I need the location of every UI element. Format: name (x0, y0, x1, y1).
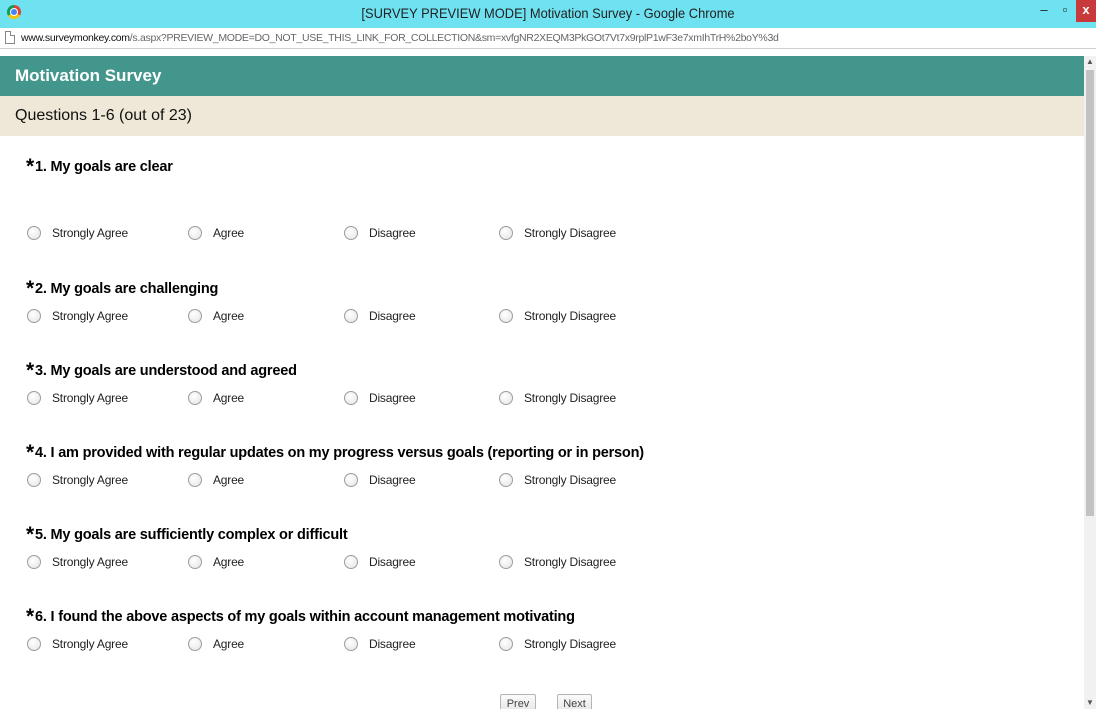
survey-title: Motivation Survey (15, 66, 162, 85)
radio-button[interactable] (188, 309, 202, 323)
option-label: Agree (213, 309, 245, 323)
option-label: Agree (213, 473, 245, 487)
question-number: 2. (34, 281, 47, 297)
required-marker: * (26, 605, 34, 628)
question-number: 5. (34, 527, 47, 543)
option-label: Agree (213, 555, 245, 569)
option-label: Disagree (369, 473, 416, 487)
radio-button[interactable] (344, 309, 358, 323)
prev-button[interactable]: Prev (500, 694, 536, 709)
url-domain: www.surveymonkey.com (21, 32, 130, 44)
option-label: Strongly Agree (52, 309, 128, 323)
window-title: [SURVEY PREVIEW MODE] Motivation Survey … (361, 5, 735, 21)
option-label: Agree (213, 226, 245, 240)
radio-button[interactable] (27, 226, 41, 240)
window-titlebar: [SURVEY PREVIEW MODE] Motivation Survey … (0, 0, 1096, 28)
question-text: *5. My goals are sufficiently complex or… (26, 523, 348, 546)
chrome-logo-icon (7, 5, 21, 19)
radio-button[interactable] (188, 226, 202, 240)
question-number: 1. (34, 159, 47, 175)
question-text: *1. My goals are clear (26, 155, 173, 178)
required-marker: * (26, 277, 34, 300)
radio-button[interactable] (344, 637, 358, 651)
radio-button[interactable] (27, 309, 41, 323)
question-number: 3. (34, 363, 47, 379)
question-label: My goals are clear (50, 159, 173, 175)
question-label: My goals are understood and agreed (50, 363, 297, 379)
radio-button[interactable] (188, 473, 202, 487)
required-marker: * (26, 359, 34, 382)
radio-button[interactable] (344, 555, 358, 569)
radio-button[interactable] (499, 637, 513, 651)
radio-button[interactable] (499, 473, 513, 487)
page-content: Motivation Survey Questions 1-6 (out of … (0, 56, 1084, 709)
address-bar[interactable]: www.surveymonkey.com/s.aspx?PREVIEW_MODE… (0, 28, 1096, 49)
option-label: Disagree (369, 391, 416, 405)
question-text: *3. My goals are understood and agreed (26, 359, 297, 382)
scroll-down-arrow-icon[interactable]: ▼ (1084, 697, 1096, 709)
scroll-up-arrow-icon[interactable]: ▲ (1084, 56, 1096, 68)
page-banner: Questions 1-6 (out of 23) (0, 96, 1084, 136)
minimize-button[interactable]: – (1034, 0, 1054, 22)
radio-button[interactable] (344, 473, 358, 487)
page-progress: Questions 1-6 (out of 23) (15, 107, 192, 124)
option-label: Strongly Disagree (524, 637, 616, 651)
radio-button[interactable] (499, 391, 513, 405)
radio-button[interactable] (27, 555, 41, 569)
radio-button[interactable] (499, 309, 513, 323)
option-label: Strongly Disagree (524, 391, 616, 405)
next-button[interactable]: Next (557, 694, 592, 709)
radio-button[interactable] (188, 637, 202, 651)
option-label: Strongly Disagree (524, 473, 616, 487)
question-text: *4. I am provided with regular updates o… (26, 441, 645, 464)
option-label: Agree (213, 391, 245, 405)
question-number: 4. (34, 445, 47, 461)
page-icon (5, 31, 15, 44)
radio-button[interactable] (27, 473, 41, 487)
close-button[interactable]: x (1076, 0, 1096, 22)
radio-button[interactable] (27, 391, 41, 405)
option-label: Strongly Agree (52, 637, 128, 651)
radio-button[interactable] (188, 391, 202, 405)
radio-button[interactable] (344, 391, 358, 405)
option-label: Disagree (369, 309, 416, 323)
question-text: *6. I found the above aspects of my goal… (26, 605, 575, 628)
question-label: My goals are challenging (50, 281, 219, 297)
question-label: I am provided with regular updates on my… (50, 445, 645, 461)
question-text: *2. My goals are challenging (26, 277, 219, 300)
question-number: 6. (34, 609, 47, 625)
required-marker: * (26, 155, 34, 178)
scroll-thumb[interactable] (1086, 70, 1094, 516)
radio-button[interactable] (188, 555, 202, 569)
vertical-scrollbar[interactable]: ▲ ▼ (1084, 56, 1096, 709)
option-label: Strongly Agree (52, 391, 128, 405)
url-path: /s.aspx?PREVIEW_MODE=DO_NOT_USE_THIS_LIN… (129, 32, 779, 44)
option-label: Strongly Disagree (524, 309, 616, 323)
url-text[interactable]: www.surveymonkey.com/s.aspx?PREVIEW_MODE… (21, 32, 779, 44)
option-label: Strongly Agree (52, 555, 128, 569)
radio-button[interactable] (499, 555, 513, 569)
required-marker: * (26, 441, 34, 464)
required-marker: * (26, 523, 34, 546)
option-label: Strongly Agree (52, 226, 128, 240)
option-label: Agree (213, 637, 245, 651)
option-label: Strongly Agree (52, 473, 128, 487)
question-label: My goals are sufficiently complex or dif… (50, 527, 348, 543)
survey-header: Motivation Survey (0, 56, 1084, 96)
radio-button[interactable] (499, 226, 513, 240)
radio-button[interactable] (27, 637, 41, 651)
question-label: I found the above aspects of my goals wi… (50, 609, 575, 625)
option-label: Strongly Disagree (524, 226, 616, 240)
option-label: Strongly Disagree (524, 555, 616, 569)
option-label: Disagree (369, 555, 416, 569)
maximize-button[interactable]: ▫ (1054, 0, 1076, 22)
option-label: Disagree (369, 226, 416, 240)
option-label: Disagree (369, 637, 416, 651)
radio-button[interactable] (344, 226, 358, 240)
